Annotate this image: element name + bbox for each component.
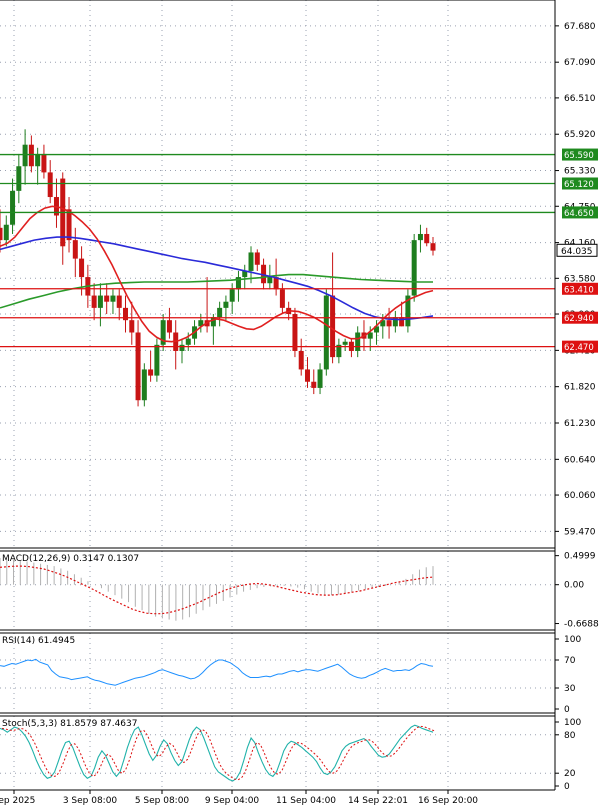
bearish-candle [104, 295, 110, 302]
bearish-candle [28, 144, 34, 167]
time-tick-label: 9 Sep 04:00 [205, 796, 260, 805]
bearish-candle [430, 243, 436, 251]
bearish-candle [41, 153, 47, 173]
bearish-candle [386, 320, 392, 327]
macd-tick-label: 0.00 [564, 581, 584, 591]
bearish-candle [47, 172, 53, 198]
bearish-candle [91, 295, 97, 308]
panel-frames [0, 0, 556, 791]
time-axis: Sep 2025 3 Sep 08:00 5 Sep 08:00 9 Sep 04:0… [0, 790, 478, 805]
macd-panel: MACD(12,26,9) 0.3147 0.1307 [0, 554, 434, 621]
bearish-candle [279, 289, 285, 308]
rsi-tick-label: 100 [564, 635, 581, 645]
bullish-candle [179, 344, 185, 351]
bullish-candle [323, 295, 329, 370]
stoch-title: Stoch(5,3,3) 81.8579 87.4637 [2, 719, 137, 729]
bearish-candle [72, 240, 78, 259]
resistance-level-label: 65.120 [564, 180, 594, 190]
bullish-candle [110, 295, 116, 302]
support-level-label: 62.470 [564, 343, 594, 353]
support-level-label: 63.410 [564, 285, 594, 295]
bullish-candle [411, 240, 417, 296]
bearish-candle [116, 295, 122, 308]
rsi-tick-label: 0 [564, 705, 570, 715]
rsi-tick-label: 70 [564, 656, 576, 666]
bullish-candle [417, 233, 423, 241]
bearish-candle [330, 295, 336, 358]
bullish-candle [217, 307, 223, 318]
bearish-candle [135, 332, 141, 401]
current-price-label: 64.035 [561, 247, 593, 257]
bearish-candle [298, 350, 304, 370]
macd-tick-label: 0.4999 [564, 552, 596, 562]
bearish-candle [148, 369, 154, 376]
time-tick-label: 16 Sep 20:00 [418, 796, 478, 805]
price-tick-label: 59.470 [564, 527, 596, 537]
time-tick-label: 14 Sep 22:01 [348, 796, 408, 805]
bullish-candle [317, 369, 323, 388]
bullish-candle [210, 317, 216, 327]
rsi-line [0, 658, 434, 686]
price-tick-label: 67.090 [564, 58, 596, 68]
bearish-candle [311, 381, 317, 388]
stoch-panel: Stoch(5,3,3) 81.8579 87.4637 [0, 719, 436, 782]
bearish-candle [304, 369, 310, 382]
rsi-tick-label: 30 [564, 684, 576, 694]
stoch-tick-label: 20 [564, 769, 576, 779]
price-axis: 67.68067.09066.51065.92065.33064.75064.1… [555, 22, 599, 792]
price-tick-label: 60.060 [564, 491, 596, 501]
time-tick-label: 11 Sep 04:00 [276, 796, 336, 805]
resistance-level-label: 64.650 [564, 209, 594, 219]
bearish-candle [66, 209, 72, 241]
bearish-candle [254, 252, 260, 265]
bearish-candle [424, 233, 430, 244]
bullish-candle [141, 369, 147, 401]
bearish-candle [166, 320, 172, 333]
bearish-candle [0, 227, 3, 241]
bullish-candle [16, 166, 22, 191]
bearish-candle [129, 320, 135, 333]
bullish-candle [10, 190, 16, 225]
price-tick-label: 66.510 [564, 94, 596, 104]
bearish-candle [292, 314, 298, 351]
time-tick-label: 3 Sep 08:00 [63, 796, 118, 805]
time-tick-label: 5 Sep 08:00 [135, 796, 190, 805]
bullish-candle [267, 277, 273, 284]
macd-title: MACD(12,26,9) 0.3147 0.1307 [2, 554, 139, 564]
bullish-candle [342, 341, 348, 345]
resistance-level-label: 65.590 [564, 151, 594, 161]
bullish-candle [355, 332, 361, 351]
price-tick-label: 60.640 [564, 455, 596, 465]
support-level-label: 62.940 [564, 314, 594, 324]
price-tick-label: 61.820 [564, 383, 596, 393]
chart-canvas: MACD(12,26,9) 0.3147 0.1307 RSI(14) 61.4… [0, 0, 599, 805]
moving-average-green [0, 273, 433, 309]
stoch-tick-label: 100 [564, 718, 581, 728]
price-tick-label: 65.920 [564, 130, 596, 140]
bearish-candle [399, 317, 405, 327]
grid-lines [0, 0, 555, 790]
price-tick-label: 67.680 [564, 22, 596, 32]
stoch-tick-label: 0 [564, 782, 570, 792]
bullish-candle [229, 289, 235, 302]
bullish-candle [185, 338, 191, 345]
price-tick-label: 65.330 [564, 167, 596, 177]
bullish-candle [3, 224, 9, 241]
macd-tick-label: -0.6688 [564, 620, 599, 630]
moving-average-blue [0, 236, 434, 321]
price-panel [0, 129, 555, 407]
bullish-candle [22, 144, 28, 167]
bearish-candle [79, 258, 85, 278]
rsi-panel: RSI(14) 61.4945 [0, 636, 434, 686]
bullish-candle [223, 301, 229, 308]
bullish-candle [154, 344, 160, 376]
bullish-candle [248, 252, 254, 271]
bullish-candle [97, 295, 103, 308]
stoch-tick-label: 80 [564, 731, 576, 741]
stoch-k-line [0, 724, 434, 782]
rsi-title: RSI(14) 61.4945 [2, 636, 75, 646]
time-tick-label: Sep 2025 [0, 796, 35, 805]
price-tick-label: 61.230 [564, 419, 596, 429]
bullish-candle [35, 153, 41, 167]
